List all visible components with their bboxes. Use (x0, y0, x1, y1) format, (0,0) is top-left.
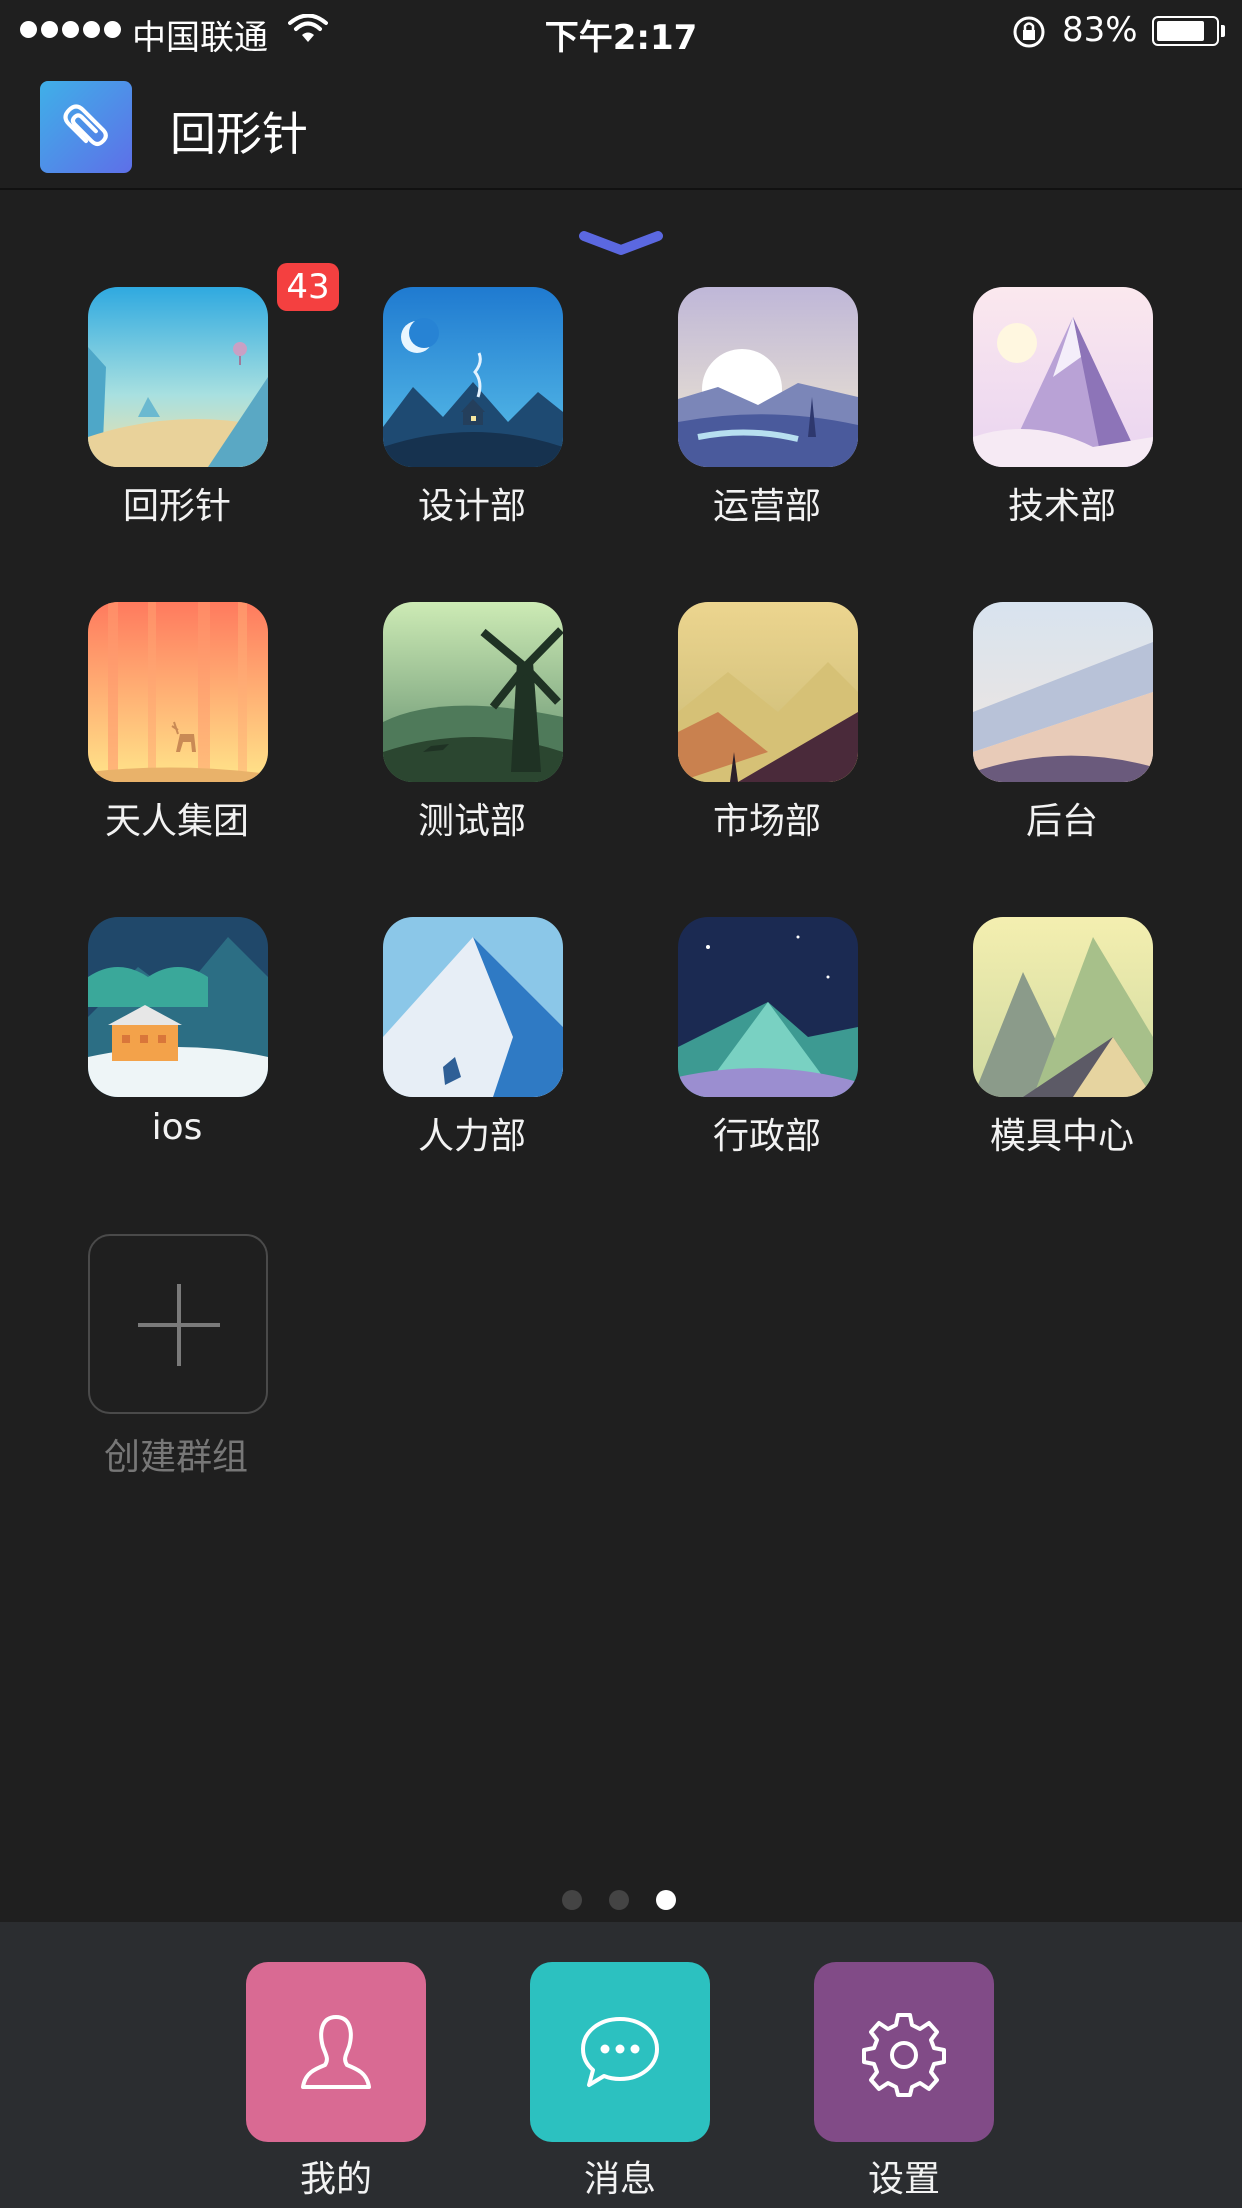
group-tile[interactable]: 运营部 (619, 287, 915, 547)
group-tile[interactable]: 天人集团 (29, 602, 325, 862)
group-tile[interactable]: 后台 (914, 602, 1210, 862)
group-icon-night-cabin[interactable] (383, 287, 563, 467)
tab-mine[interactable]: 我的 (246, 1962, 426, 2202)
group-icon-starry-teal-mountain[interactable] (678, 917, 858, 1097)
group-label: 市场部 (712, 801, 821, 842)
group-tile[interactable]: 43 回形针 (29, 263, 339, 547)
group-tile[interactable]: ios (29, 917, 325, 1177)
tab-bar: 我的 消息 设置 (0, 1922, 1242, 2208)
page-dot-active[interactable] (656, 1890, 676, 1910)
group-icon-windmill-hills[interactable] (383, 602, 563, 782)
paperclip-icon[interactable] (40, 81, 132, 173)
group-icon-pastel-peaks[interactable] (973, 917, 1153, 1097)
status-bar: 中国联通 下午2:17 83% (0, 0, 1242, 62)
group-label: 技术部 (1007, 486, 1116, 527)
tab-messages[interactable]: 消息 (530, 1962, 710, 2202)
group-icon-winter-house[interactable] (88, 917, 268, 1097)
group-label: 行政部 (712, 1116, 821, 1157)
group-tile[interactable]: 模具中心 (914, 917, 1210, 1177)
group-tile[interactable]: 行政部 (619, 917, 915, 1177)
tab-settings[interactable]: 设置 (814, 1962, 994, 2202)
group-label: 后台 (1025, 801, 1098, 842)
battery-tip (1221, 25, 1225, 37)
carrier-name: 中国联通 (132, 18, 268, 58)
group-icon-golden-valley[interactable] (678, 602, 858, 782)
tab-label: 消息 (583, 2159, 656, 2200)
chevron-down-icon[interactable] (578, 228, 664, 260)
gear-icon[interactable] (814, 1962, 994, 2142)
group-tile[interactable]: 设计部 (324, 287, 620, 547)
group-icon-desert-balloon[interactable] (88, 287, 268, 467)
signal-strength-icon (20, 21, 121, 38)
group-tile[interactable]: 测试部 (324, 602, 620, 862)
page-indicator (562, 1890, 676, 1910)
group-tile[interactable]: 技术部 (914, 287, 1210, 547)
group-label: 设计部 (417, 486, 526, 527)
group-icon-crystal-mountain[interactable] (973, 287, 1153, 467)
tab-label: 设置 (867, 2159, 940, 2200)
group-label: 测试部 (417, 801, 526, 842)
chat-bubble-icon[interactable] (530, 1962, 710, 2142)
user-icon[interactable] (246, 1962, 426, 2142)
create-group-label: 创建群组 (103, 1437, 248, 1478)
group-label: 运营部 (712, 486, 821, 527)
battery-icon (1152, 16, 1219, 46)
app-header: 回形针 (0, 62, 1242, 190)
group-icon-blue-glacier[interactable] (383, 917, 563, 1097)
group-label: ios (151, 1107, 203, 1148)
tab-label: 我的 (299, 2159, 372, 2200)
rotation-lock-icon (1013, 16, 1045, 48)
group-label: 人力部 (417, 1116, 526, 1157)
group-label: 回形针 (122, 486, 231, 527)
group-label: 模具中心 (989, 1116, 1134, 1157)
battery-percentage: 83% (1062, 10, 1138, 50)
group-tile[interactable]: 人力部 (324, 917, 620, 1177)
wifi-icon (288, 14, 328, 42)
page-dot[interactable] (609, 1890, 629, 1910)
group-icon-sunset-forest-deer[interactable] (88, 602, 268, 782)
page-title: 回形针 (170, 107, 308, 161)
page-dot[interactable] (562, 1890, 582, 1910)
group-icon-snowy-slopes[interactable] (973, 602, 1153, 782)
create-group-button[interactable] (88, 1234, 268, 1414)
group-tile[interactable]: 市场部 (619, 602, 915, 862)
group-label: 天人集团 (104, 801, 249, 842)
group-icon-sunrise-lake[interactable] (678, 287, 858, 467)
